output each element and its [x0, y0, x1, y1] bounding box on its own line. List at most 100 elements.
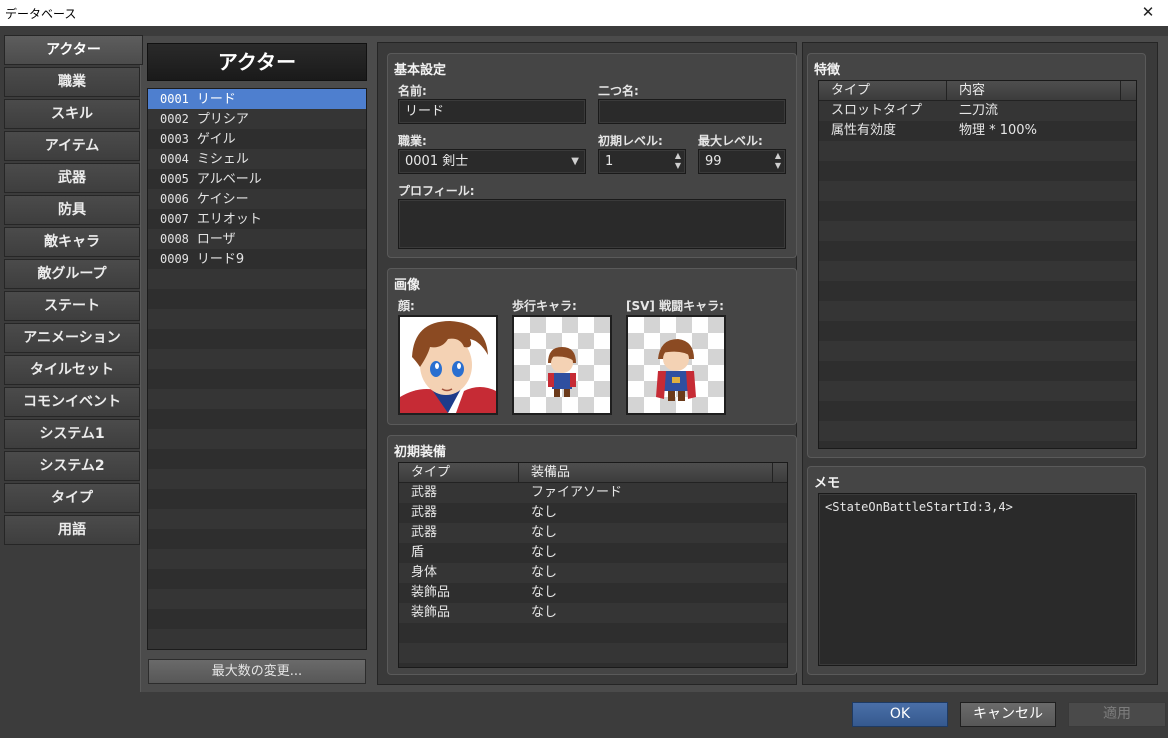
battler-sprite-icon	[656, 339, 696, 401]
table-row[interactable]: 属性有効度 物理 * 100%	[819, 121, 1136, 141]
table-row[interactable]: 武器 なし	[399, 503, 787, 523]
cell-type: 武器	[411, 485, 438, 500]
table-row[interactable]: 装飾品 なし	[399, 603, 787, 623]
cell-type: 武器	[411, 505, 438, 520]
face-image[interactable]	[398, 315, 498, 415]
cell-type: 属性有効度	[831, 123, 897, 138]
battler-sprite-image[interactable]	[626, 315, 726, 415]
list-item-id: 0002	[160, 112, 189, 126]
spin-arrows-icon[interactable]: ▲ ▼	[775, 151, 781, 171]
list-item-name: ゲイル	[196, 132, 236, 147]
actor-list-header: アクター	[147, 43, 367, 81]
class-select[interactable]: 0001 剣士 ▼	[398, 149, 586, 174]
tab-system1[interactable]: システム1	[4, 419, 140, 449]
tab-terms[interactable]: 用語	[4, 515, 140, 545]
tab-system2[interactable]: システム2	[4, 451, 140, 481]
cell-type: 盾	[411, 545, 425, 560]
table-row[interactable]: スロットタイプ 二刀流	[819, 101, 1136, 121]
list-item[interactable]: 0001 リード	[148, 89, 366, 109]
apply-button[interactable]: 適用	[1068, 702, 1166, 727]
nickname-field[interactable]	[598, 99, 786, 124]
column-header-type[interactable]: タイプ	[819, 81, 947, 101]
column-header-type[interactable]: タイプ	[399, 463, 519, 483]
cell-item: なし	[531, 605, 558, 620]
character-sprite-image[interactable]	[512, 315, 612, 415]
list-item[interactable]: 0009 リード9	[148, 249, 366, 269]
change-maximum-button[interactable]: 最大数の変更...	[148, 659, 366, 684]
table-body: 武器 ファイアソード 武器 なし 武器 なし 盾なし 身体 なし 装飾品 なし 装飾品 なし	[399, 483, 787, 623]
cell-type: 装飾品	[411, 605, 451, 620]
cell-type: 身体	[411, 565, 438, 580]
tab-tilesets[interactable]: タイルセット	[4, 355, 140, 385]
table-row[interactable]: 身体 なし	[399, 563, 787, 583]
list-item[interactable]: 0002 プリシア	[148, 109, 366, 129]
table-body: スロットタイプ 二刀流 属性有効度 物理 * 100%	[819, 101, 1136, 141]
name-field[interactable]: リード	[398, 99, 586, 124]
max-level-stepper[interactable]: 99 ▲ ▼	[698, 149, 786, 174]
list-item-name: エリオット	[196, 212, 262, 227]
column-header-item[interactable]: 装備品	[519, 463, 773, 483]
list-item-id: 0003	[160, 132, 189, 146]
profile-textarea[interactable]	[398, 199, 786, 249]
cell-type: 装飾品	[411, 585, 451, 600]
initial-equipment-title: 初期装備	[394, 445, 447, 460]
memo-text: <StateOnBattleStartId:3,4>	[825, 500, 1013, 514]
tab-skills[interactable]: スキル	[4, 99, 140, 129]
list-item[interactable]: 0008 ローザ	[148, 229, 366, 249]
character-label: 歩行キャラ:	[512, 299, 577, 313]
window-titlebar: データベース ✕	[0, 0, 1168, 26]
chevron-down-icon: ▼	[571, 156, 579, 167]
list-item[interactable]: 0007 エリオット	[148, 209, 366, 229]
list-item-name: ミシェル	[196, 152, 249, 167]
table-header: タイプ 内容	[819, 81, 1136, 101]
cancel-button[interactable]: キャンセル	[960, 702, 1056, 727]
table-row[interactable]: 武器 ファイアソード	[399, 483, 787, 503]
cell-item: なし	[531, 585, 558, 600]
tab-animations[interactable]: アニメーション	[4, 323, 140, 353]
name-label: 名前:	[398, 84, 427, 98]
list-item-name: ローザ	[196, 232, 236, 247]
tab-weapons[interactable]: 武器	[4, 163, 140, 193]
tab-classes[interactable]: 職業	[4, 67, 140, 97]
list-item[interactable]: 0003 ゲイル	[148, 129, 366, 149]
tab-states[interactable]: ステート	[4, 291, 140, 321]
cell-item: ファイアソード	[531, 485, 623, 500]
table-row[interactable]: 武器 なし	[399, 523, 787, 543]
memo-textarea[interactable]: <StateOnBattleStartId:3,4>	[818, 493, 1137, 666]
tab-enemies[interactable]: 敵キャラ	[4, 227, 140, 257]
table-row[interactable]: 盾 なし	[399, 543, 787, 563]
cell-content: 二刀流	[959, 103, 999, 118]
tab-troops[interactable]: 敵グループ	[4, 259, 140, 289]
tab-items[interactable]: アイテム	[4, 131, 140, 161]
list-item[interactable]: 0005 アルベール	[148, 169, 366, 189]
close-icon[interactable]: ✕	[1128, 0, 1168, 26]
max-level-value: 99	[705, 154, 722, 169]
memo-panel: メモ <StateOnBattleStartId:3,4>	[807, 466, 1146, 675]
spin-arrows-icon[interactable]: ▲ ▼	[675, 151, 681, 171]
nickname-label: 二つ名:	[598, 84, 639, 98]
ok-button[interactable]: OK	[852, 702, 948, 727]
list-item[interactable]: 0004 ミシェル	[148, 149, 366, 169]
class-select-value: 0001 剣士	[405, 154, 469, 169]
column-header-content[interactable]: 内容	[947, 81, 1121, 101]
list-item[interactable]: 0006 ケイシー	[148, 189, 366, 209]
list-item-id: 0004	[160, 152, 189, 166]
images-panel: 画像 顔: 歩行キャラ: [SV] 戦闘キャラ:	[387, 268, 797, 425]
tab-armors[interactable]: 防具	[4, 195, 140, 225]
list-item-id: 0008	[160, 232, 189, 246]
traits-table[interactable]: タイプ 内容 スロットタイプ 二刀流 属性有効度 物理 * 100%	[818, 80, 1137, 449]
tab-types[interactable]: タイプ	[4, 483, 140, 513]
face-portrait-icon	[400, 317, 496, 413]
list-item-name: リード	[196, 92, 236, 107]
battler-label: [SV] 戦闘キャラ:	[626, 299, 724, 313]
traits-title: 特徴	[814, 63, 841, 78]
initial-level-stepper[interactable]: 1 ▲ ▼	[598, 149, 686, 174]
table-header: タイプ 装備品	[399, 463, 787, 483]
table-row[interactable]: 装飾品 なし	[399, 583, 787, 603]
max-level-label: 最大レベル:	[698, 134, 763, 148]
list-item-id: 0007	[160, 212, 189, 226]
actor-list[interactable]: 0001 リード 0002 プリシア 0003 ゲイル 0004 ミシェル 0005 アル…	[147, 88, 367, 650]
equipment-table[interactable]: タイプ 装備品 武器 ファイアソード 武器 なし 武器 なし 盾なし 身体 なし 装飾品…	[398, 462, 788, 668]
tab-common-events[interactable]: コモンイベント	[4, 387, 140, 417]
tab-actors[interactable]: アクター	[4, 35, 143, 65]
